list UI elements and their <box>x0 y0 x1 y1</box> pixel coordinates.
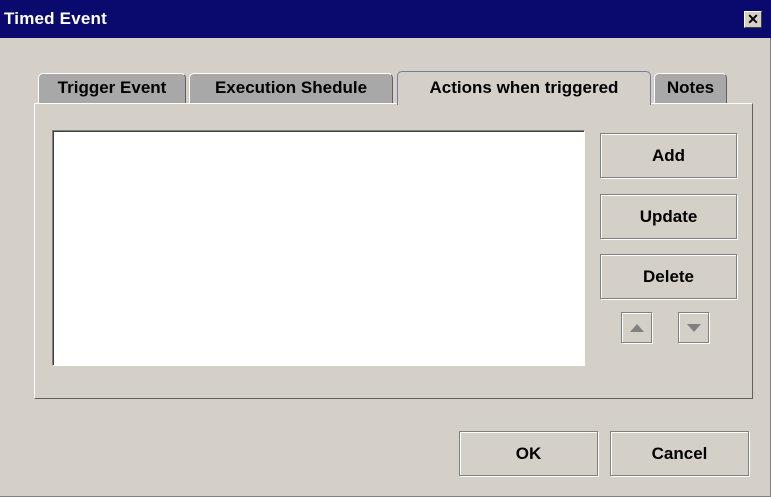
title-bar[interactable]: Timed Event ✕ <box>0 0 771 38</box>
add-button[interactable]: Add <box>600 133 737 178</box>
delete-button[interactable]: Delete <box>600 254 737 299</box>
tab-notes[interactable]: Notes <box>654 73 727 103</box>
update-button[interactable]: Update <box>600 194 737 239</box>
tab-trigger-event[interactable]: Trigger Event <box>38 73 186 103</box>
window-title: Timed Event <box>4 9 107 28</box>
ok-button[interactable]: OK <box>459 431 598 476</box>
tab-execution-shedule[interactable]: Execution Shedule <box>189 73 393 103</box>
tab-panel-actions: Add Update Delete <box>34 103 753 399</box>
actions-list[interactable] <box>52 130 585 366</box>
tab-actions-when-triggered[interactable]: Actions when triggered <box>397 71 651 105</box>
move-up-button[interactable] <box>621 312 652 343</box>
timed-event-dialog: Timed Event ✕ Trigger Event Execution Sh… <box>0 0 771 497</box>
move-down-button[interactable] <box>678 312 709 343</box>
triangle-down-icon <box>686 323 701 332</box>
cancel-button[interactable]: Cancel <box>610 431 749 476</box>
close-icon[interactable]: ✕ <box>744 11 762 28</box>
triangle-up-icon <box>629 323 644 332</box>
